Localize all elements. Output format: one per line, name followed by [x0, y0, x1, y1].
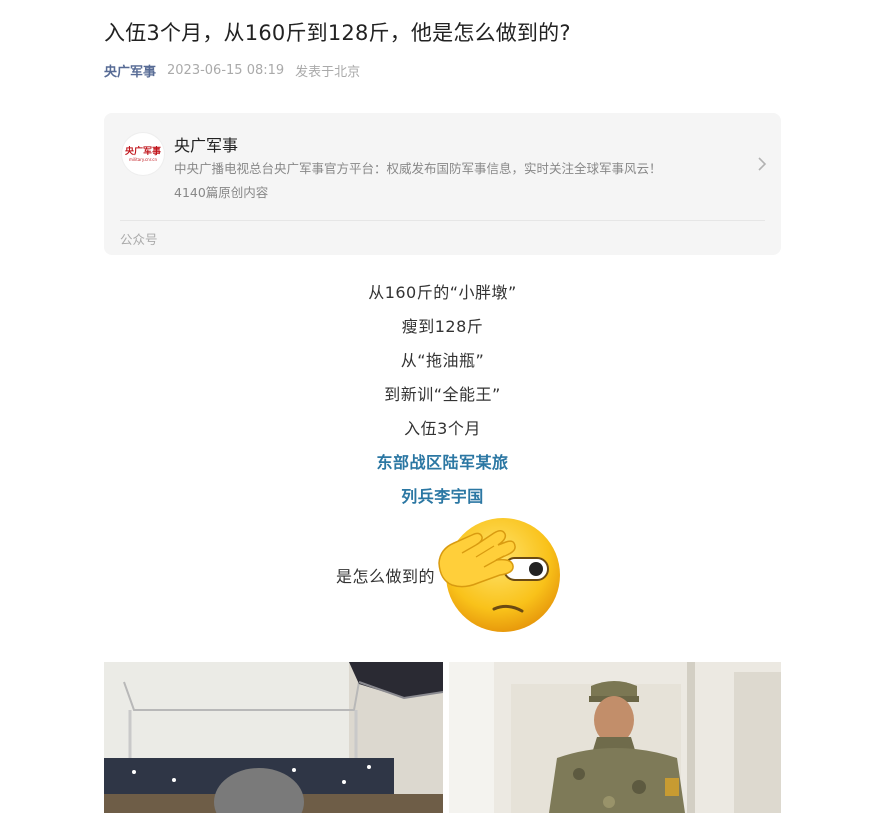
question-line: 是怎么做到的 — [335, 567, 435, 586]
article-meta: 央广军事 2023-06-15 08:19 发表于北京 — [104, 61, 360, 80]
body-line: 瘦到128斤 — [401, 317, 484, 336]
account-card[interactable]: 央广军事 military.cnr.cn 央广军事 中央广播电视总台央广军事官方… — [104, 113, 781, 255]
account-name: 央广军事 — [174, 136, 239, 155]
author-link[interactable]: 央广军事 — [104, 61, 156, 80]
account-type-label: 公众号 — [120, 232, 158, 247]
body-line: 从160斤的“小胖墩” — [368, 283, 517, 302]
avatar: 央广军事 military.cnr.cn — [122, 133, 164, 175]
highlight-line: 东部战区陆军某旅 — [376, 453, 509, 472]
highlight-line: 列兵李宇国 — [401, 487, 484, 506]
original-count: 4140篇原创内容 — [174, 185, 269, 200]
logo-subtext: military.cnr.cn — [129, 156, 157, 162]
article-title: 入伍3个月，从160斤到128斤，他是怎么做到的? — [104, 21, 571, 45]
photo-dormitory[interactable] — [104, 662, 443, 813]
facepalm-peek-emoji-icon — [436, 513, 566, 635]
body-line: 到新训“全能王” — [384, 385, 501, 404]
publish-location: 发表于北京 — [295, 65, 361, 80]
chevron-right-icon[interactable] — [757, 155, 767, 176]
photo-soldier[interactable] — [449, 662, 781, 813]
account-description: 中央广播电视总台央广军事官方平台：权威发布国防军事信息，实时关注全球军事风云！ — [174, 161, 662, 176]
logo-text: 央广军事 — [124, 146, 161, 157]
card-divider — [120, 220, 765, 221]
publish-date: 2023-06-15 08:19 — [167, 63, 285, 78]
body-line: 从“拖油瓶” — [400, 351, 485, 370]
body-line: 入伍3个月 — [404, 419, 481, 438]
